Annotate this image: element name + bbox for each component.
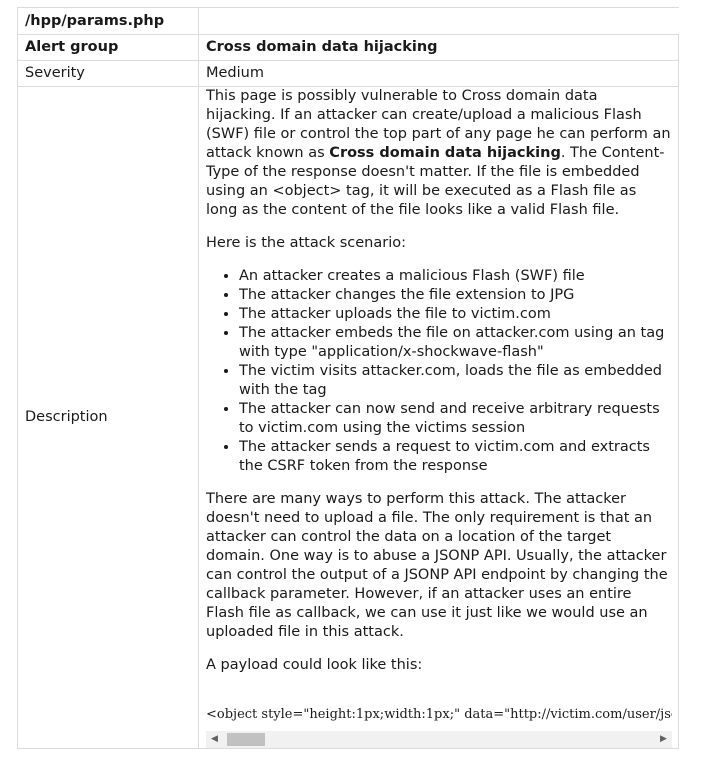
- list-item: The attacker uploads the file to victim.…: [239, 305, 671, 324]
- attack-steps-list: An attacker creates a malicious Flash (S…: [206, 267, 671, 476]
- intro-paragraph: This page is possibly vulnerable to Cros…: [206, 87, 671, 220]
- list-item: The attacker changes the file extension …: [239, 286, 671, 305]
- payload-code-block: <object style="height:1px;width:1px;" da…: [206, 704, 672, 726]
- triangle-left-icon[interactable]: ◀: [206, 731, 223, 748]
- severity-row: Severity Medium: [17, 60, 679, 87]
- severity-value: Medium: [198, 60, 679, 87]
- list-item: An attacker creates a malicious Flash (S…: [239, 267, 671, 286]
- list-item: The attacker can now send and receive ar…: [239, 400, 671, 438]
- scenario-heading: Here is the attack scenario:: [206, 235, 406, 251]
- list-item: The attacker sends a request to victim.c…: [239, 438, 671, 476]
- list-item: The victim visits attacker.com, loads th…: [239, 362, 671, 400]
- page-path-title: /hpp/params.php: [25, 12, 165, 29]
- severity-label: Severity: [17, 60, 199, 87]
- description-content: This page is possibly vulnerable to Cros…: [198, 86, 679, 749]
- path-row: /hpp/params.php: [17, 7, 679, 35]
- description-row: Description This page is possibly vulner…: [17, 86, 679, 749]
- alert-group-row: Alert group Cross domain data hijacking: [17, 34, 679, 61]
- path-empty-cell: [198, 7, 679, 35]
- alert-group-label: Alert group: [17, 34, 199, 61]
- scrollbar-thumb[interactable]: [227, 733, 265, 746]
- alert-table: /hpp/params.php Alert group Cross domain…: [17, 7, 679, 749]
- payload-heading: A payload could look like this:: [206, 657, 423, 673]
- description-label: Description: [17, 86, 199, 749]
- triangle-right-icon[interactable]: ▶: [655, 731, 672, 748]
- alert-group-value: Cross domain data hijacking: [198, 34, 679, 61]
- code-horizontal-scrollbar[interactable]: ◀ ▶: [206, 731, 672, 748]
- payload-code: <object style="height:1px;width:1px;" da…: [206, 707, 672, 722]
- list-item: The attacker embeds the file on attacker…: [239, 324, 671, 362]
- report-page: /hpp/params.php Alert group Cross domain…: [0, 0, 711, 762]
- intro-bold-term: Cross domain data hijacking: [329, 145, 561, 161]
- path-cell: /hpp/params.php: [17, 7, 199, 35]
- ways-paragraph: There are many ways to perform this atta…: [206, 491, 668, 640]
